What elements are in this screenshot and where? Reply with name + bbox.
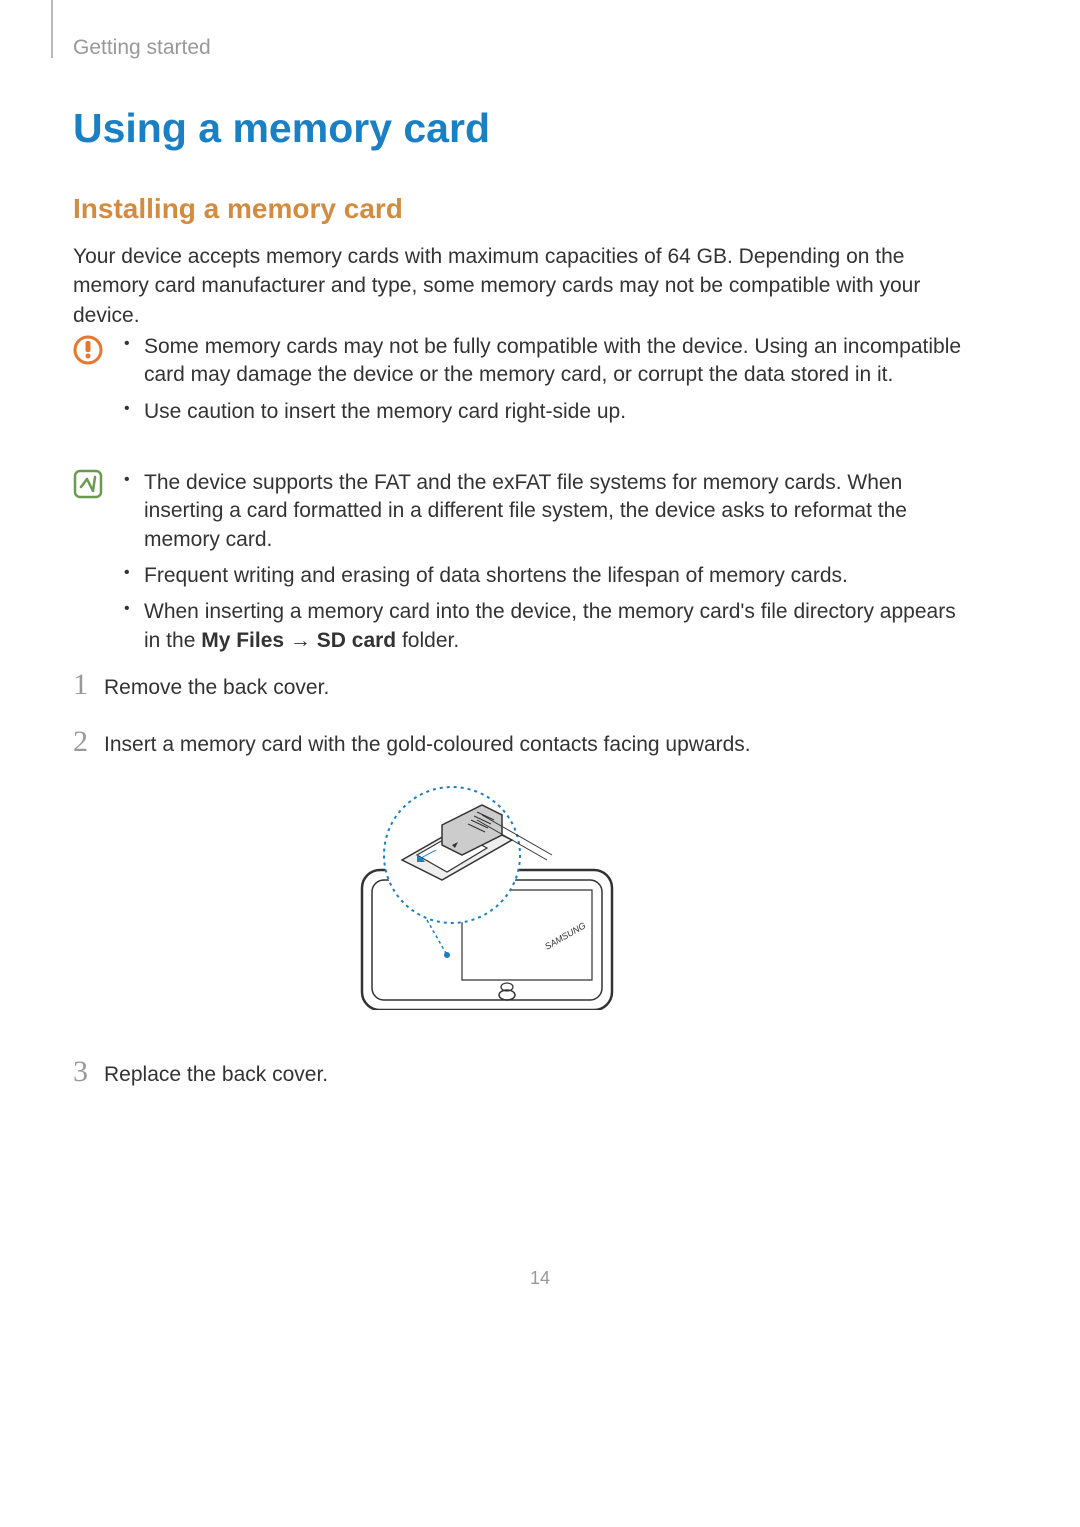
step-number-2: 2 [73, 725, 88, 759]
memory-card-illustration: SAMSUNG [312, 780, 632, 1010]
sub-heading: Installing a memory card [73, 193, 403, 225]
page-number: 14 [0, 1268, 1080, 1289]
note-block: The device supports the FAT and the exFA… [120, 469, 970, 663]
note-text: folder. [396, 629, 459, 652]
caution-item: Use caution to insert the memory card ri… [120, 398, 970, 426]
step-2-text: Insert a memory card with the gold-colou… [104, 733, 751, 757]
note-item: The device supports the FAT and the exFA… [120, 469, 970, 554]
note-icon [73, 469, 103, 499]
main-heading: Using a memory card [73, 105, 490, 152]
caution-icon [73, 335, 103, 365]
note-item: Frequent writing and erasing of data sho… [120, 562, 970, 590]
step-1-text: Remove the back cover. [104, 676, 329, 700]
note-bold: SD card [317, 629, 396, 652]
note-item: When inserting a memory card into the de… [120, 598, 970, 655]
step-number-1: 1 [73, 668, 88, 702]
intro-paragraph: Your device accepts memory cards with ma… [73, 242, 943, 330]
step-number-3: 3 [73, 1055, 88, 1089]
note-bold: My Files [201, 629, 284, 652]
note-arrow: → [284, 629, 317, 652]
step-3-text: Replace the back cover. [104, 1063, 328, 1087]
section-header: Getting started [73, 36, 211, 60]
caution-item: Some memory cards may not be fully compa… [120, 333, 970, 390]
svg-text:SAMSUNG: SAMSUNG [543, 920, 587, 951]
caution-block: Some memory cards may not be fully compa… [120, 333, 970, 434]
